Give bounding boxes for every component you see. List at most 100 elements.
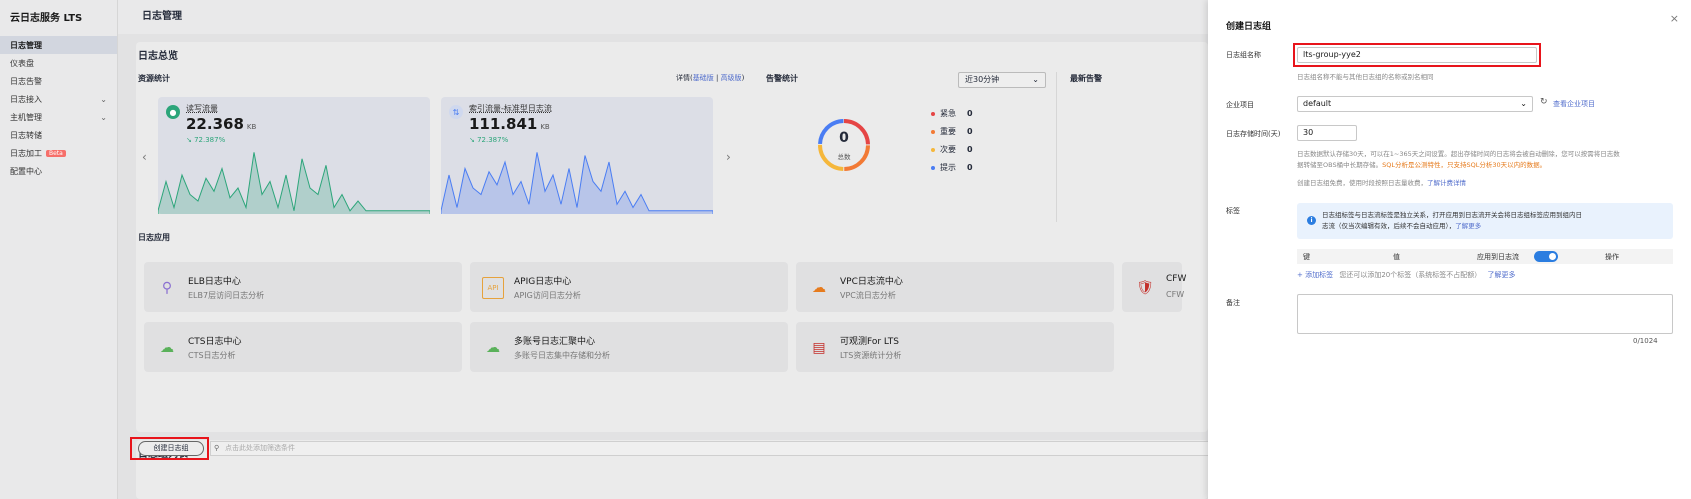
retention-label: 日志存储时间(天): [1226, 130, 1281, 138]
view-project-link[interactable]: 查看企业项目: [1553, 99, 1595, 109]
alarm-time-select[interactable]: 近30分钟 ⌄: [958, 72, 1046, 88]
retention-days-input[interactable]: 30: [1297, 125, 1357, 141]
highlight-box: [130, 437, 209, 460]
app-name: VPC日志流中心: [840, 277, 903, 287]
app-icon: ▤: [812, 340, 826, 356]
alarm-level-row: 提示 0: [931, 162, 973, 173]
filter-search-input[interactable]: ⚲ 点击此处添加筛选条件: [210, 441, 1210, 456]
info-icon: i: [1307, 216, 1316, 225]
log-app-card[interactable]: ▤ 可观测For LTS LTS资源统计分析: [796, 322, 1114, 372]
remark-counter: 0/1024: [1633, 337, 1658, 345]
tag-info-box: i 日志组标签与日志流标签是独立关系，打开应用到日志流开关会将日志组标签应用到组…: [1297, 203, 1673, 239]
beta-badge: Beta: [46, 149, 66, 157]
advanced-version-link[interactable]: 高级版: [721, 74, 742, 82]
overview-title: 日志总览: [138, 51, 178, 62]
index-sparkline: [441, 152, 713, 214]
app-name: 可观测For LTS: [840, 337, 899, 347]
enterprise-project-select[interactable]: default ⌄: [1297, 96, 1533, 112]
sidebar-item[interactable]: 配置中心: [0, 162, 117, 180]
app-name: 多账号日志汇聚中心: [514, 337, 596, 347]
app-icon: ☁: [486, 340, 500, 356]
alarm-total: 0: [839, 130, 849, 146]
highlight-box: [1293, 43, 1541, 67]
app-name: CTS日志中心: [188, 337, 242, 347]
drawer-title: 创建日志组: [1226, 22, 1272, 32]
remark-label: 备注: [1226, 299, 1240, 307]
log-app-card[interactable]: ☁ CTS日志中心 CTS日志分析: [144, 322, 462, 372]
chevron-left-icon[interactable]: ‹: [142, 150, 147, 164]
sidebar: 云日志服务 LTS 日志管理 仪表盘 日志告警 日志接入 ⌄ 主机管理 ⌄ 日志转储 日志加工 B…: [0, 0, 118, 499]
stat-label: 索引流量-标准型日志流: [469, 104, 552, 113]
sidebar-item[interactable]: 日志接入 ⌄: [0, 90, 117, 108]
app-icon: ☁: [812, 280, 826, 296]
tag-label: 标签: [1226, 207, 1240, 215]
log-app-card[interactable]: 🛡 CFW CFW: [1122, 262, 1186, 312]
index-traffic-card: ⇅ 索引流量-标准型日志流 111.841 KB ↘ 72.387%: [441, 97, 713, 214]
sidebar-item[interactable]: 主机管理 ⌄: [0, 108, 117, 126]
close-icon[interactable]: ×: [1670, 12, 1679, 25]
sidebar-item-label: 日志接入: [10, 94, 42, 104]
app-desc: CTS日志分析: [188, 351, 236, 360]
remark-textarea[interactable]: [1297, 294, 1673, 334]
log-app-card[interactable]: API APIG日志中心 APIG访问日志分析: [470, 262, 788, 312]
detail-links: 详情(基础版 | 高级版): [676, 74, 745, 82]
app-icon: ☁: [160, 340, 174, 356]
alarm-stats-title: 告警统计: [766, 74, 798, 83]
sidebar-item[interactable]: 日志加工 Beta: [0, 144, 117, 162]
sidebar-item-label: 日志告警: [10, 76, 42, 86]
billing-link[interactable]: 了解计费详情: [1427, 179, 1466, 187]
app-desc: CFW: [1166, 290, 1185, 299]
app-desc: ELB7层访问日志分析: [188, 291, 265, 300]
chevron-right-icon[interactable]: ›: [726, 150, 731, 164]
sidebar-item-label: 仪表盘: [10, 58, 34, 68]
stat-trend: ↘ 72.387%: [186, 136, 226, 144]
basic-version-link[interactable]: 基础版: [693, 74, 714, 82]
app-icon: 🛡: [1136, 280, 1154, 296]
app-desc: APIG访问日志分析: [514, 291, 581, 300]
read-write-sparkline: [158, 152, 430, 214]
log-app-card[interactable]: ⚲ ELB日志中心 ELB7层访问日志分析: [144, 262, 462, 312]
sidebar-item-label: 日志加工: [10, 148, 42, 158]
read-write-traffic-card: ● 读写流量 22.368 KB ↘ 72.387%: [158, 97, 430, 214]
app-name: CFW: [1166, 274, 1187, 284]
alarm-level-row: 次要 0: [931, 144, 973, 155]
stat-value: 111.841 KB: [469, 115, 550, 133]
apps-title: 日志应用: [138, 233, 170, 242]
index-icon: ⇅: [449, 105, 463, 119]
page-title: 日志管理: [118, 0, 1208, 34]
refresh-icon[interactable]: ↻: [1540, 97, 1548, 107]
log-app-card[interactable]: ☁ 多账号日志汇聚中心多账号日志集中存储和分析: [470, 322, 788, 372]
app-desc: 多账号日志集中存储和分析: [514, 351, 610, 360]
alarm-level-row: 紧急 0: [931, 108, 973, 119]
sidebar-item-label: 日志转储: [10, 130, 42, 140]
sidebar-item[interactable]: 日志管理: [0, 36, 117, 54]
sidebar-item[interactable]: 仪表盘: [0, 54, 117, 72]
sidebar-nav: 日志管理 仪表盘 日志告警 日志接入 ⌄ 主机管理 ⌄ 日志转储 日志加工 Beta 配置中心: [0, 36, 117, 180]
sidebar-item[interactable]: 日志告警: [0, 72, 117, 90]
sidebar-item[interactable]: 日志转储: [0, 126, 117, 144]
name-hint: 日志组名称不能与其他日志组的名称或别名相同: [1297, 73, 1434, 81]
sidebar-item-label: 主机管理: [10, 112, 42, 122]
apply-to-stream-toggle[interactable]: [1534, 251, 1558, 262]
log-app-card[interactable]: ☁ VPC日志流中心 VPC流日志分析: [796, 262, 1114, 312]
search-icon: ⚲: [214, 444, 220, 452]
sidebar-item-label: 配置中心: [10, 166, 42, 176]
stat-trend: ↘ 72.387%: [469, 136, 509, 144]
resource-stats-title: 资源统计: [138, 74, 170, 83]
app-icon: ⚲: [161, 280, 173, 296]
chevron-down-icon: ⌄: [1032, 75, 1039, 84]
brand-title: 云日志服务 LTS: [10, 13, 83, 24]
alarm-level-row: 重要 0: [931, 126, 973, 137]
stat-value: 22.368 KB: [186, 115, 257, 133]
tag-learn-more-link[interactable]: 了解更多: [1455, 222, 1481, 230]
add-tag-learn-more-link[interactable]: 了解更多: [1487, 271, 1515, 279]
app-icon: API: [482, 277, 504, 299]
retention-hint: 日志数据默认存储30天，可以在1~365天之间设置。超出存储时间的日志将会被自动…: [1297, 150, 1620, 169]
add-tag-button[interactable]: + 添加标签: [1297, 271, 1333, 279]
project-label: 企业项目: [1226, 101, 1254, 109]
app-desc: VPC流日志分析: [840, 291, 896, 300]
tag-table-header: 键 值 应用到日志流 操作: [1297, 249, 1673, 264]
app-name: APIG日志中心: [514, 277, 572, 287]
chevron-down-icon: ⌄: [100, 94, 107, 104]
app-desc: LTS资源统计分析: [840, 351, 902, 360]
